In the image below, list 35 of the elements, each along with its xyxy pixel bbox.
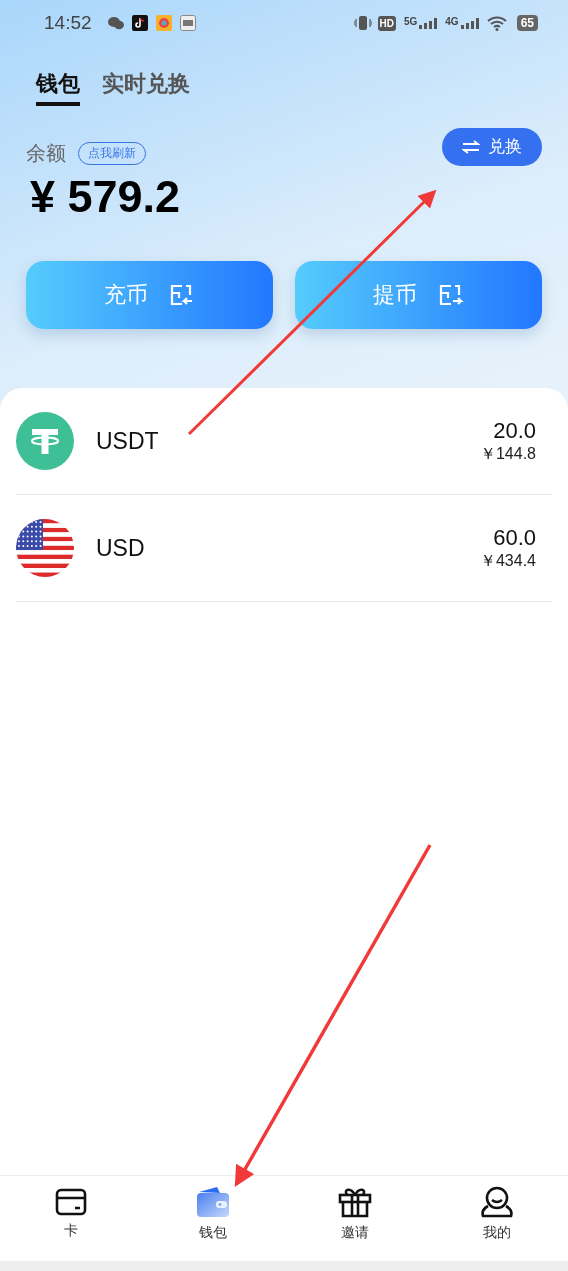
exchange-button[interactable]: 兑换 <box>442 127 542 166</box>
tab[interactable]: 钱包 <box>36 68 80 106</box>
signal-icon <box>460 17 479 29</box>
nav-tab[interactable]: 我的 <box>426 1176 568 1251</box>
asset-name: USD <box>96 534 146 562</box>
wallet-icon <box>196 1185 230 1218</box>
gift-icon <box>338 1185 372 1218</box>
nav-tab[interactable]: 卡 <box>0 1176 142 1251</box>
coin-logo-icon <box>16 412 74 470</box>
vibrate-icon <box>353 15 372 31</box>
network-type: 5G <box>403 17 418 27</box>
balance-label: 余额 <box>26 140 66 167</box>
hd-indicator: HD <box>377 15 396 31</box>
swap-icon <box>462 139 480 154</box>
battery-level: 65 <box>516 15 538 31</box>
asset-cny-value: ￥434.4 <box>479 550 536 571</box>
music-app-icon <box>131 15 148 31</box>
asset-amount: 20.0 <box>493 417 536 444</box>
wifi-icon <box>486 15 507 31</box>
game-app-icon <box>155 15 172 31</box>
flag-icon <box>16 519 74 577</box>
nav-tab[interactable]: 钱包 <box>142 1176 284 1251</box>
asset-amount: 60.0 <box>493 524 536 551</box>
card-icon <box>55 1187 87 1216</box>
status-time: 14:52 <box>44 12 92 34</box>
balance-amount: ¥ 579.2 <box>30 171 182 223</box>
asset-cny-value: ￥144.8 <box>479 443 536 464</box>
tab[interactable]: 实时兑换 <box>102 68 190 106</box>
person-icon <box>480 1185 514 1218</box>
signal-icon <box>419 17 438 29</box>
asset-name: USDT <box>96 427 160 455</box>
nav-tab[interactable]: 邀请 <box>284 1176 426 1251</box>
news-app-icon <box>179 15 196 31</box>
network-type: 4G <box>445 17 459 27</box>
chat-icon <box>107 16 124 30</box>
